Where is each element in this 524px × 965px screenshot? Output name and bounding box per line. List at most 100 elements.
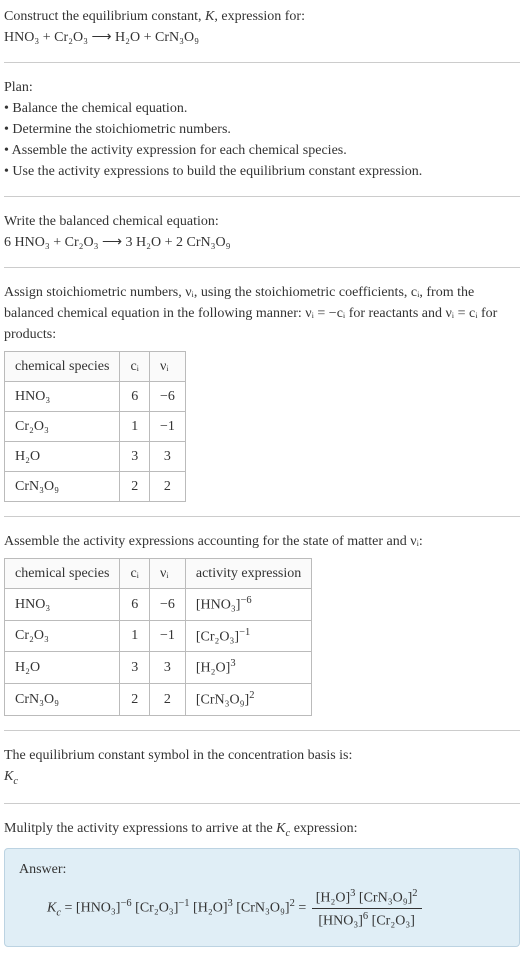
table-row: H₂O 3 3: [5, 442, 186, 472]
term-exp: 3: [227, 898, 232, 909]
symbol-text: The equilibrium constant symbol in the c…: [4, 745, 520, 766]
cell-ci: 3: [120, 652, 150, 684]
term-exp: 3: [350, 888, 355, 899]
cell-species: CrN₃O₉: [5, 472, 120, 502]
title-block: Construct the equilibrium constant, K, e…: [4, 6, 520, 48]
table-header-row: chemical species cᵢ νᵢ: [5, 352, 186, 382]
term-exp: 2: [290, 898, 295, 909]
col-header: νᵢ: [149, 352, 185, 382]
term-base: H₂O: [320, 890, 345, 905]
activity-table: chemical species cᵢ νᵢ activity expressi…: [4, 558, 312, 716]
table-row: CrN₃O₉ 2 2 [CrN₃O₉]2: [5, 683, 312, 715]
kc-K: K: [47, 901, 56, 916]
multiply-suffix: expression:: [290, 821, 357, 836]
col-header: chemical species: [5, 352, 120, 382]
divider: [4, 267, 520, 268]
answer-lhs: Kc = [HNO₃]−6 [Cr₂O₃]−1 [H₂O]3 [CrN₃O₉]2…: [47, 896, 306, 921]
cell-ci: 6: [120, 589, 150, 621]
cell-species: HNO₃: [5, 589, 120, 621]
ae-exp: −6: [240, 595, 251, 606]
title-equation: HNO₃ + Cr₂O₃ ⟶ H₂O + CrN₃O₉: [4, 27, 520, 48]
kc-inline-K: K: [276, 821, 285, 836]
divider: [4, 803, 520, 804]
cell-activity: [Cr₂O₃]−1: [185, 620, 311, 652]
plan-item: • Assemble the activity expression for e…: [4, 140, 520, 161]
term-base: HNO₃: [323, 914, 358, 929]
cell-activity: [H₂O]3: [185, 652, 311, 684]
table-row: HNO₃ 6 −6 [HNO₃]−6: [5, 589, 312, 621]
divider: [4, 730, 520, 731]
ae-exp: 2: [249, 690, 254, 701]
table-row: CrN₃O₉ 2 2: [5, 472, 186, 502]
plan-item: • Balance the chemical equation.: [4, 98, 520, 119]
term-base: CrN₃O₉: [364, 890, 408, 905]
cell-species: H₂O: [5, 652, 120, 684]
cell-vi: −6: [149, 382, 185, 412]
stoich-block: Assign stoichiometric numbers, νᵢ, using…: [4, 282, 520, 502]
table-row: Cr₂O₃ 1 −1: [5, 412, 186, 442]
divider: [4, 196, 520, 197]
stoich-table: chemical species cᵢ νᵢ HNO₃ 6 −6 Cr₂O₃ 1…: [4, 351, 186, 502]
cell-vi: −6: [149, 589, 185, 621]
answer-box: Answer: Kc = [HNO₃]−6 [Cr₂O₃]−1 [H₂O]3 […: [4, 848, 520, 947]
cell-ci: 1: [120, 412, 150, 442]
ae-base: H₂O: [201, 661, 226, 676]
col-header: νᵢ: [149, 559, 185, 589]
cell-vi: 2: [149, 683, 185, 715]
term-exp: −6: [120, 898, 131, 909]
balanced-equation: 6 HNO₃ + Cr₂O₃ ⟶ 3 H₂O + 2 CrN₃O₉: [4, 232, 520, 253]
ae-exp: −1: [239, 627, 250, 638]
cell-vi: 3: [149, 442, 185, 472]
symbol-block: The equilibrium constant symbol in the c…: [4, 745, 520, 790]
cell-ci: 2: [120, 472, 150, 502]
term-base: HNO₃: [81, 901, 116, 916]
cell-species: H₂O: [5, 442, 120, 472]
plan-item: • Determine the stoichiometric numbers.: [4, 119, 520, 140]
balanced-block: Write the balanced chemical equation: 6 …: [4, 211, 520, 253]
multiply-block: Mulitply the activity expressions to arr…: [4, 818, 520, 947]
cell-species: HNO₃: [5, 382, 120, 412]
cell-vi: −1: [149, 412, 185, 442]
balanced-heading: Write the balanced chemical equation:: [4, 211, 520, 232]
plan-item: • Use the activity expressions to build …: [4, 161, 520, 182]
ae-exp: 3: [230, 658, 235, 669]
kc-sub: c: [56, 908, 61, 919]
term-exp: −1: [178, 898, 189, 909]
multiply-text: Mulitply the activity expressions to arr…: [4, 818, 520, 842]
activity-block: Assemble the activity expressions accoun…: [4, 531, 520, 716]
col-header: activity expression: [185, 559, 311, 589]
cell-activity: [HNO₃]−6: [185, 589, 311, 621]
cell-ci: 1: [120, 620, 150, 652]
fraction-numerator: [H₂O]3 [CrN₃O₉]2: [312, 886, 422, 910]
kc-K: K: [4, 769, 13, 784]
cell-ci: 2: [120, 683, 150, 715]
cell-ci: 6: [120, 382, 150, 412]
plan-block: Plan: • Balance the chemical equation. •…: [4, 77, 520, 182]
divider: [4, 516, 520, 517]
title-line: Construct the equilibrium constant, K, e…: [4, 6, 520, 27]
col-header: cᵢ: [120, 559, 150, 589]
cell-activity: [CrN₃O₉]2: [185, 683, 311, 715]
stoich-text: Assign stoichiometric numbers, νᵢ, using…: [4, 282, 520, 345]
term-base: Cr₂O₃: [140, 901, 174, 916]
divider: [4, 62, 520, 63]
cell-species: CrN₃O₉: [5, 683, 120, 715]
table-header-row: chemical species cᵢ νᵢ activity expressi…: [5, 559, 312, 589]
term-exp: 2: [412, 888, 417, 899]
kc-sub: c: [13, 775, 18, 786]
ae-base: HNO₃: [201, 598, 236, 613]
cell-vi: −1: [149, 620, 185, 652]
col-header: cᵢ: [120, 352, 150, 382]
cell-vi: 2: [149, 472, 185, 502]
ae-base: CrN₃O₉: [201, 693, 245, 708]
term-exp: 6: [363, 911, 368, 922]
term-base: Cr₂O₃: [376, 914, 410, 929]
plan-heading: Plan:: [4, 77, 520, 98]
document-body: Construct the equilibrium constant, K, e…: [0, 0, 524, 963]
answer-fraction: [H₂O]3 [CrN₃O₉]2 [HNO₃]6 [Cr₂O₃]: [312, 886, 422, 932]
kc-symbol: Kc: [4, 766, 520, 790]
term-base: CrN₃O₉: [241, 901, 285, 916]
cell-vi: 3: [149, 652, 185, 684]
assemble-text: Assemble the activity expressions accoun…: [4, 531, 520, 552]
fraction-denominator: [HNO₃]6 [Cr₂O₃]: [312, 909, 422, 932]
